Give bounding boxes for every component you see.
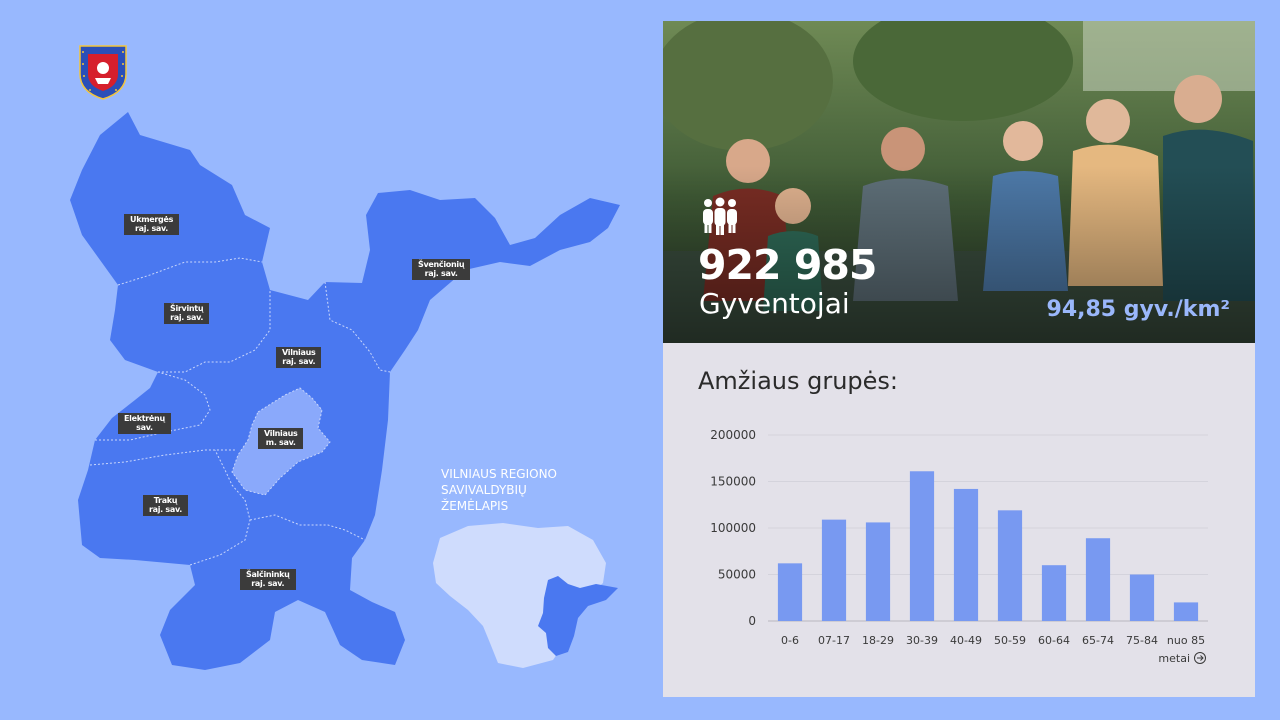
x-tick-label: 50-59: [994, 634, 1026, 647]
vilnius-region-on-mini-map: [538, 576, 618, 656]
population-value: 922 985: [698, 241, 877, 289]
chart-title: Amžiaus grupės:: [698, 367, 899, 395]
x-tick-label: 18-29: [862, 634, 894, 647]
bar[interactable]: [821, 519, 847, 621]
bar[interactable]: [1129, 574, 1155, 622]
x-tick-label: 40-49: [950, 634, 982, 647]
label-svencioniu: Švenčionių raj. sav.: [412, 259, 471, 280]
x-tick-label: nuo 85: [1167, 634, 1205, 647]
region-map-caption: VILNIAUS REGIONO SAVIVALDYBIŲ ŽEMĖLAPIS: [441, 467, 557, 513]
population-label: Gyventojai: [699, 287, 850, 320]
label-ukmerge: Ukmergės raj. sav.: [124, 214, 180, 235]
region-map: Ukmergės raj. sav. Švenčionių raj. sav. …: [0, 0, 640, 720]
bar[interactable]: [1173, 602, 1199, 621]
x-tick-label: 75-84: [1126, 634, 1158, 647]
arrow-right-circle-icon: [1194, 652, 1206, 664]
population-density: 94,85 gyv./km²: [1046, 297, 1230, 322]
bar[interactable]: [997, 510, 1023, 621]
x-tick-label: 60-64: [1038, 634, 1070, 647]
bar[interactable]: [1041, 565, 1067, 621]
y-tick-label: 100000: [710, 521, 756, 535]
bar[interactable]: [909, 471, 935, 621]
bar[interactable]: [865, 522, 891, 621]
label-elektrenu: Elektrėnų sav.: [118, 413, 171, 434]
y-tick-label: 150000: [710, 475, 756, 489]
lithuania-mini-map: [433, 523, 618, 668]
x-axis-label: metai: [1158, 652, 1190, 665]
label-salcininku: Šalčininkų raj. sav.: [240, 569, 296, 590]
label-vilniaus-m: Vilniaus m. sav.: [258, 428, 304, 449]
x-tick-label: 30-39: [906, 634, 938, 647]
bar[interactable]: [1085, 538, 1111, 621]
x-tick-label: 07-17: [818, 634, 850, 647]
vilnius-county-coat-of-arms-icon: [79, 45, 127, 100]
bar[interactable]: [777, 563, 803, 621]
bar[interactable]: [953, 488, 979, 621]
label-traku: Trakų raj. sav.: [143, 495, 188, 516]
label-sirvintu: Širvintų raj. sav.: [164, 303, 210, 324]
people-group-icon: [703, 197, 737, 235]
x-tick-label: 0-6: [781, 634, 799, 647]
age-groups-bar-chart: 200000 150000 100000 50000 0 0-6 07-17 18-29 30-…: [710, 428, 1208, 665]
y-tick-label: 0: [748, 614, 756, 628]
y-tick-label: 200000: [710, 428, 756, 442]
stats-panel: 922 985 Gyventojai 94,85 gyv./km² Amžiau…: [663, 21, 1255, 697]
label-vilniaus-raj: Vilniaus raj. sav.: [276, 347, 322, 368]
y-tick-label: 50000: [718, 568, 756, 582]
x-tick-label: 65-74: [1082, 634, 1114, 647]
